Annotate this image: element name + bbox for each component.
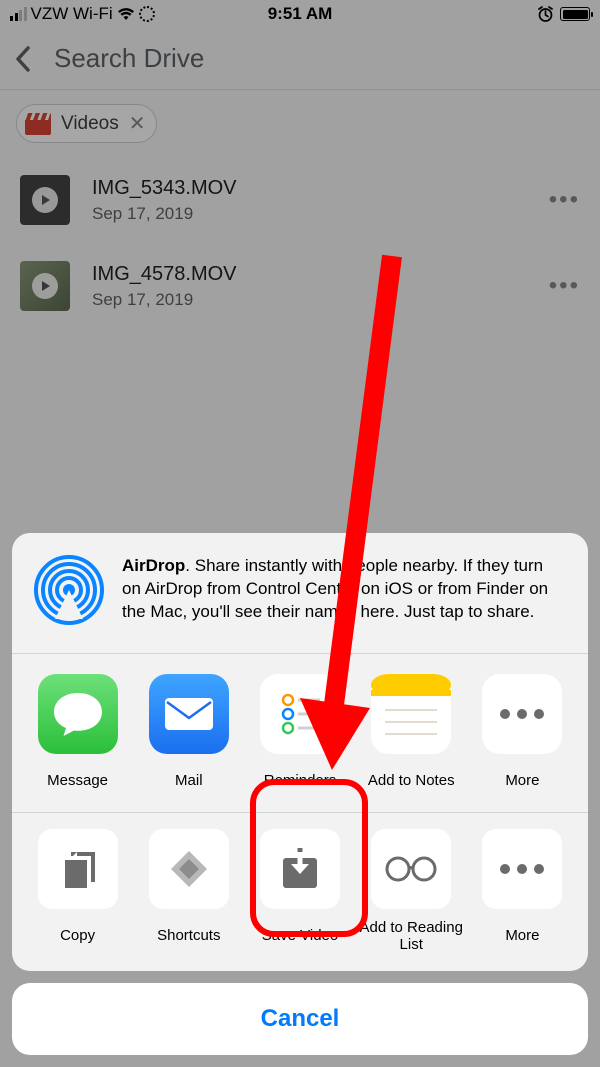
app-label: More <box>505 764 539 798</box>
app-label: Message <box>47 764 108 798</box>
share-app-more[interactable]: More <box>467 674 578 798</box>
airdrop-description: AirDrop. Share instantly with people nea… <box>122 555 566 625</box>
share-app-mail[interactable]: Mail <box>133 674 244 798</box>
save-video-icon <box>260 829 340 909</box>
action-shortcuts[interactable]: Shortcuts <box>133 829 244 953</box>
share-apps-row: Message Mail Reminders <box>12 654 588 812</box>
more-actions-icon <box>482 829 562 909</box>
reading-list-icon <box>371 829 451 909</box>
reminders-icon <box>260 674 340 754</box>
action-copy[interactable]: Copy <box>22 829 133 953</box>
airdrop-section[interactable]: AirDrop. Share instantly with people nea… <box>12 533 588 653</box>
airdrop-icon <box>34 555 104 625</box>
cancel-button[interactable]: Cancel <box>12 983 588 1055</box>
share-actions-row: Copy Shortcuts Save Video Add to Reading… <box>12 813 588 971</box>
action-save-video[interactable]: Save Video <box>244 829 355 953</box>
message-icon <box>38 674 118 754</box>
copy-icon <box>38 829 118 909</box>
app-label: Add to Notes <box>368 764 455 798</box>
share-sheet: AirDrop. Share instantly with people nea… <box>12 533 588 1055</box>
more-apps-icon <box>482 674 562 754</box>
shortcuts-icon <box>149 829 229 909</box>
action-label: Add to Reading List <box>356 919 467 953</box>
app-label: Reminders <box>264 764 337 798</box>
notes-icon <box>371 674 451 754</box>
action-label: Copy <box>60 919 95 953</box>
share-app-message[interactable]: Message <box>22 674 133 798</box>
mail-icon <box>149 674 229 754</box>
action-more[interactable]: More <box>467 829 578 953</box>
app-label: Mail <box>175 764 203 798</box>
action-label: More <box>505 919 539 953</box>
action-reading-list[interactable]: Add to Reading List <box>356 829 467 953</box>
action-label: Save Video <box>262 919 338 953</box>
share-app-reminders[interactable]: Reminders <box>244 674 355 798</box>
share-app-notes[interactable]: Add to Notes <box>356 674 467 798</box>
action-label: Shortcuts <box>157 919 220 953</box>
